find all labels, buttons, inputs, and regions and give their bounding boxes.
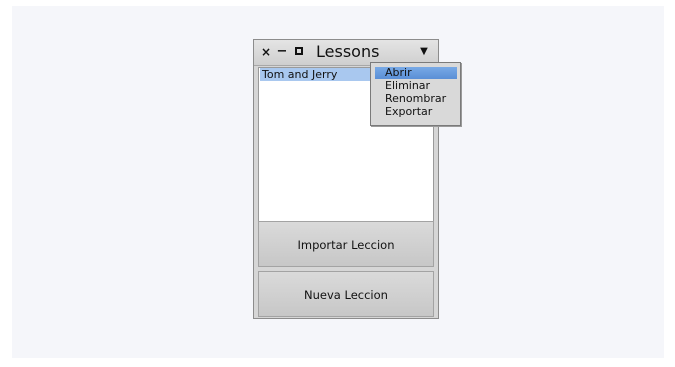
desktop-background: × − Lessons ▼ Tom and Jerry Importar Lec… (12, 6, 664, 358)
window-menu-icon[interactable]: ▼ (417, 44, 431, 60)
menu-item-abrir[interactable]: Abrir (375, 67, 457, 79)
window-title: Lessons (316, 42, 380, 61)
menu-item-eliminar[interactable]: Eliminar (375, 80, 457, 92)
menu-item-renombrar[interactable]: Renombrar (375, 93, 457, 105)
menu-item-exportar[interactable]: Exportar (375, 106, 457, 118)
minimize-icon[interactable]: − (276, 44, 288, 60)
close-icon[interactable]: × (260, 44, 272, 60)
import-lesson-button[interactable]: Importar Leccion (258, 221, 434, 267)
context-menu: Abrir Eliminar Renombrar Exportar (370, 62, 461, 126)
maximize-icon[interactable] (293, 44, 305, 60)
new-lesson-button[interactable]: Nueva Leccion (258, 271, 434, 317)
